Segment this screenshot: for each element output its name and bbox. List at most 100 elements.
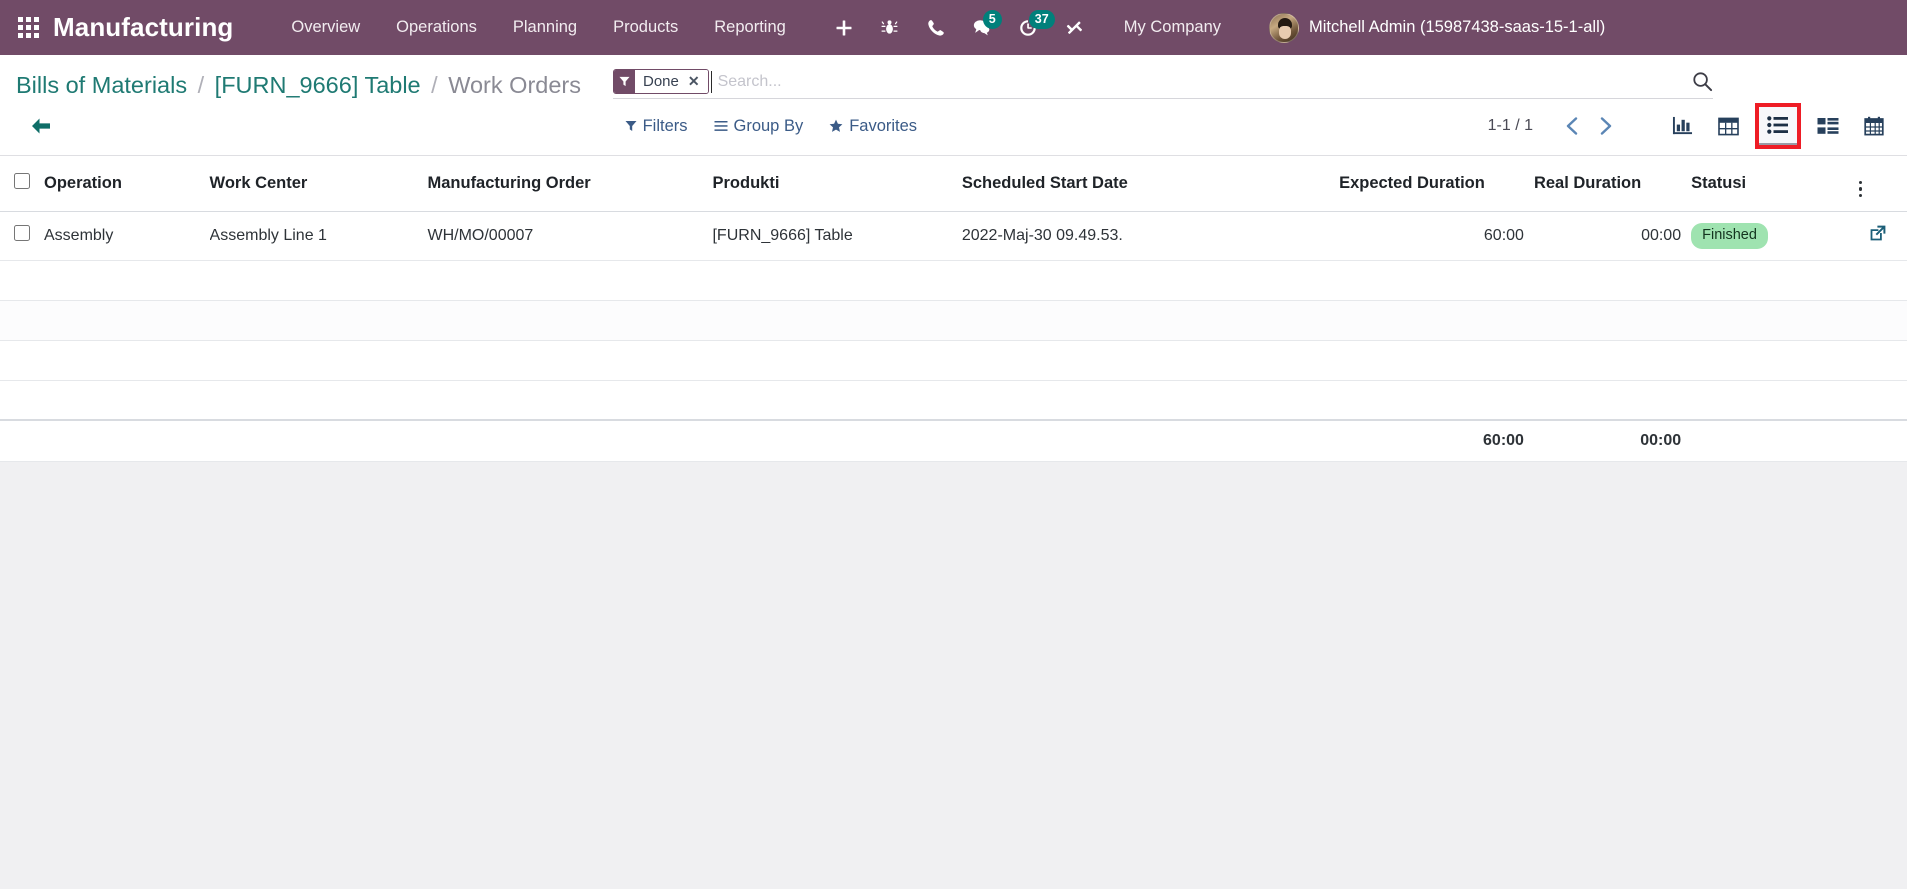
optional-columns-cell — [1858, 156, 1907, 212]
previous-page-icon[interactable] — [1555, 111, 1589, 141]
empty-cell — [0, 260, 44, 301]
list-view-button[interactable] — [1755, 103, 1801, 149]
chat-icon[interactable]: 5 — [960, 7, 1004, 49]
bug-icon[interactable] — [868, 7, 912, 49]
cell-expected-duration: 60:00 — [1339, 211, 1534, 261]
breadcrumb-separator-2: / — [431, 72, 438, 98]
cell-operation: Assembly — [44, 211, 210, 261]
pager-value[interactable]: 1-1 / 1 — [1488, 117, 1533, 135]
control-panel: Bills of Materials / [FURN_9666] Table /… — [0, 55, 1907, 156]
column-header-produkti[interactable]: Produkti — [712, 156, 962, 212]
column-header-scheduled-start-date[interactable]: Scheduled Start Date — [961, 156, 1340, 212]
cell-manufacturing-order: WH/MO/00007 — [427, 211, 713, 261]
totals-empty-cell — [961, 419, 1340, 463]
filters-label: Filters — [642, 116, 688, 135]
breadcrumb-item-bills-of-materials[interactable]: Bills of Materials — [16, 72, 187, 98]
table-empty-row — [0, 380, 1907, 421]
view-switcher — [1667, 103, 1889, 149]
calendar-view-button[interactable] — [1859, 111, 1889, 141]
work-orders-table: Operation Work Center Manufacturing Orde… — [0, 156, 1907, 463]
company-selector[interactable]: My Company — [1110, 12, 1235, 43]
top-navbar: Manufacturing Overview Operations Planni… — [0, 0, 1907, 55]
searchview: Done ✕ — [612, 69, 1713, 99]
select-all-cell — [0, 156, 44, 212]
cell-work-center: Assembly Line 1 — [209, 211, 428, 261]
column-header-manufacturing-order[interactable]: Manufacturing Order — [427, 156, 713, 212]
table-empty-row — [0, 260, 1907, 301]
totals-empty-cell — [427, 419, 713, 463]
chat-badge-count: 5 — [982, 9, 1002, 29]
totals-empty-cell — [44, 419, 210, 463]
menu-item-overview[interactable]: Overview — [273, 12, 378, 43]
cell-scheduled-start-date: 2022-Maj-30 09.49.53. — [961, 211, 1340, 261]
search-facet-label: Done — [634, 70, 686, 93]
column-header-operation[interactable]: Operation — [44, 156, 210, 212]
menu-item-planning[interactable]: Planning — [495, 12, 595, 43]
search-input[interactable] — [710, 70, 1678, 93]
external-link-icon[interactable] — [1869, 224, 1887, 242]
table-empty-row — [0, 300, 1907, 341]
empty-cell — [0, 300, 44, 341]
column-header-work-center[interactable]: Work Center — [209, 156, 428, 212]
group-by-button[interactable]: Group By — [714, 116, 804, 136]
favorites-button[interactable]: Favorites — [829, 117, 917, 136]
breadcrumb-current-work-orders: Work Orders — [448, 72, 581, 98]
table-row[interactable]: Assembly Assembly Line 1 WH/MO/00007 [FU… — [0, 211, 1907, 261]
column-header-expected-duration[interactable]: Expected Duration — [1339, 156, 1534, 212]
page-background — [0, 462, 1907, 823]
activity-badge-count: 37 — [1028, 9, 1055, 29]
table-empty-row — [0, 340, 1907, 381]
breadcrumb-item-table[interactable]: [FURN_9666] Table — [215, 72, 421, 98]
app-brand-title[interactable]: Manufacturing — [53, 12, 233, 43]
apps-grid-icon[interactable] — [18, 17, 39, 38]
filter-funnel-icon — [613, 70, 635, 93]
cell-open-record — [1858, 211, 1907, 261]
empty-cell — [44, 300, 1907, 341]
search-icon[interactable] — [1692, 71, 1713, 92]
empty-cell — [44, 340, 1907, 381]
search-facet-remove-icon[interactable]: ✕ — [685, 70, 708, 93]
totals-empty-cell — [712, 419, 962, 463]
column-header-real-duration[interactable]: Real Duration — [1533, 156, 1692, 212]
empty-cell — [0, 380, 44, 421]
cell-real-duration: 00:00 — [1533, 211, 1692, 261]
breadcrumb-separator-1: / — [197, 72, 205, 98]
tools-icon[interactable] — [1052, 7, 1096, 49]
table-header-row: Operation Work Center Manufacturing Orde… — [0, 156, 1907, 212]
table-totals-row: 60:00 00:00 — [0, 419, 1907, 463]
search-facet-done[interactable]: Done ✕ — [612, 69, 709, 94]
list-view-content: Operation Work Center Manufacturing Orde… — [0, 156, 1907, 463]
pager-and-views: 1-1 / 1 — [1488, 103, 1889, 149]
activity-clock-icon[interactable]: 37 — [1006, 7, 1055, 49]
row-checkbox[interactable] — [14, 225, 30, 242]
user-name-label: Mitchell Admin (15987438-saas-15-1-all) — [1309, 18, 1606, 36]
cell-statusi: Finished — [1691, 211, 1859, 261]
totals-empty-cell — [0, 419, 44, 463]
select-all-checkbox[interactable] — [14, 173, 30, 189]
status-badge: Finished — [1691, 223, 1768, 249]
plus-icon[interactable] — [822, 7, 866, 49]
menu-item-operations[interactable]: Operations — [378, 12, 495, 43]
totals-expected-duration: 60:00 — [1339, 419, 1534, 463]
favorites-label: Favorites — [849, 116, 918, 135]
column-header-statusi[interactable]: Statusi — [1691, 156, 1859, 212]
avatar — [1269, 12, 1299, 43]
menu-item-reporting[interactable]: Reporting — [696, 12, 804, 43]
group-by-label: Group By — [733, 116, 804, 135]
graph-view-button[interactable] — [1667, 111, 1697, 141]
empty-cell — [0, 340, 44, 381]
pivot-view-button[interactable] — [1713, 111, 1743, 141]
totals-real-duration: 00:00 — [1533, 419, 1692, 463]
kanban-view-button[interactable] — [1813, 111, 1843, 141]
menu-item-products[interactable]: Products — [595, 12, 696, 43]
vertical-dots-icon[interactable] — [1858, 180, 1863, 197]
phone-icon[interactable] — [914, 7, 958, 49]
back-arrow-icon[interactable] — [16, 111, 54, 141]
filters-button[interactable]: Filters — [625, 117, 688, 136]
totals-empty-cell — [1858, 419, 1907, 463]
next-page-icon[interactable] — [1589, 111, 1623, 141]
user-menu[interactable]: Mitchell Admin (15987438-saas-15-1-all) — [1261, 9, 1613, 47]
main-menu: Overview Operations Planning Products Re… — [273, 12, 803, 43]
empty-cell — [44, 260, 1907, 301]
navbar-systray: 5 37 — [822, 7, 1096, 49]
